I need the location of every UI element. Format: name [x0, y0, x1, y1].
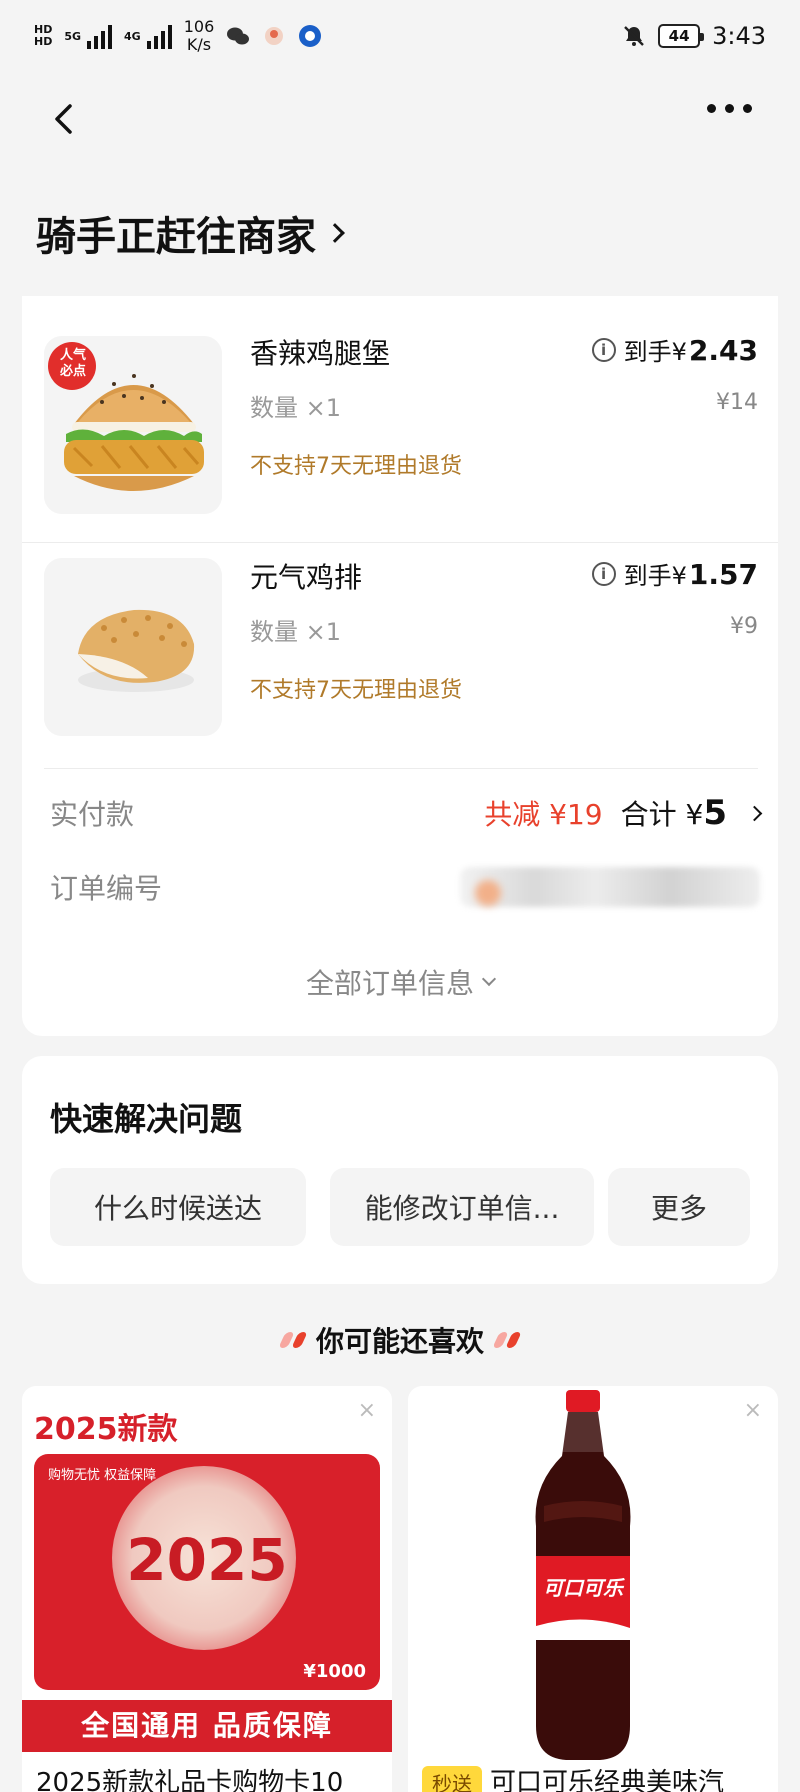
net-speed-unit: K/s: [186, 35, 212, 54]
divider: [44, 768, 758, 769]
product-title: 可口可乐经典美味汽: [490, 1768, 725, 1792]
chip-more[interactable]: 更多: [608, 1168, 750, 1246]
item-price-value: 2.43: [688, 334, 758, 367]
chip-modify-order[interactable]: 能修改订单信...: [330, 1168, 594, 1246]
paid-row[interactable]: 实付款 共减 ¥19 合计 ¥5: [50, 788, 763, 838]
order-item[interactable]: 元气鸡排 数量 ×1 不支持7天无理由退货 i 到手¥ 1.57 ¥9: [22, 520, 778, 744]
more-icon[interactable]: [707, 104, 752, 113]
giftcard-value: ¥1000: [303, 1661, 366, 1682]
item-quantity: 数量 ×1: [250, 394, 342, 422]
item-price-value: 1.57: [688, 558, 758, 591]
close-icon[interactable]: ×: [358, 1398, 376, 1423]
hd-indicator: HD HD: [34, 23, 53, 48]
info-icon[interactable]: i: [591, 561, 616, 586]
status-bar: HD HD 5G 4G 106 K/s 44 3:43: [0, 0, 800, 72]
bank-app-icon: [299, 25, 322, 47]
order-number-redacted: [460, 867, 760, 907]
item-price-label: 到手¥: [623, 562, 687, 590]
top-nav: [0, 80, 800, 156]
item-price: i 到手¥ 1.57: [591, 556, 758, 591]
order-card: 人气必点 香辣鸡腿堡 数量 ×1 不支持7天无理由退货 i 到手¥ 2.43 ¥…: [22, 296, 778, 1036]
decor-left-icon: [278, 1332, 308, 1348]
order-number-label: 订单编号: [50, 872, 163, 905]
expand-order-info[interactable]: 全部订单信息: [22, 962, 778, 1002]
giftcard-band: 全国通用 品质保障: [22, 1700, 392, 1752]
signal-icon: [87, 23, 113, 49]
net-speed-value: 106: [183, 17, 215, 36]
expand-label: 全部订单信息: [305, 967, 474, 1000]
item-original-price: ¥14: [716, 390, 758, 415]
chevron-right-icon: [325, 223, 345, 243]
clock: 3:43: [712, 22, 766, 50]
quick-help-title: 快速解决问题: [50, 1100, 243, 1138]
redaction-mark: [475, 880, 501, 906]
giftcard-top-label: 2025新款: [34, 1412, 178, 1447]
item-return-policy: 不支持7天无理由退货: [250, 678, 462, 703]
burger-image: 人气必点: [44, 336, 222, 514]
order-number-row: 订单编号: [50, 862, 760, 912]
giftcard-year: 2025: [126, 1526, 288, 1594]
network-type-2: 4G: [124, 29, 141, 43]
item-name: 香辣鸡腿堡: [250, 337, 391, 370]
order-status-text: 骑手正赶往商家: [36, 214, 316, 260]
product-title: 2025新款礼品卡购物卡10: [36, 1768, 344, 1792]
item-quantity: 数量 ×1: [250, 618, 342, 646]
net-speed: 106 K/s: [184, 18, 215, 54]
order-item[interactable]: 人气必点 香辣鸡腿堡 数量 ×1 不支持7天无理由退货 i 到手¥ 2.43 ¥…: [22, 296, 778, 520]
discount-amount: 共减 ¥19: [484, 798, 603, 831]
network-type: 5G: [64, 29, 82, 43]
quick-help-card: 快速解决问题 什么时候送达 能修改订单信... 更多: [22, 1056, 778, 1284]
order-status-title[interactable]: 骑手正赶往商家: [36, 204, 345, 262]
giftcard-tag: 购物无忧 权益保障: [48, 1468, 157, 1483]
recommend-title: 你可能还喜欢: [315, 1325, 484, 1358]
back-icon[interactable]: [40, 94, 90, 144]
instant-delivery-badge: 秒送: [422, 1766, 482, 1792]
chip-delivery-time[interactable]: 什么时候送达: [50, 1168, 306, 1246]
paid-label: 实付款: [50, 798, 135, 831]
mute-bell-icon: [624, 26, 644, 46]
item-original-price: ¥9: [730, 614, 758, 639]
item-price: i 到手¥ 2.43: [591, 332, 758, 367]
item-return-policy: 不支持7天无理由退货: [250, 454, 462, 479]
chevron-down-icon: [481, 971, 497, 987]
signal-icon-2: [146, 23, 172, 49]
item-price-label: 到手¥: [623, 338, 687, 366]
popular-badge: 人气必点: [59, 348, 86, 379]
chicken-cutlet-image: [44, 558, 222, 736]
battery-icon: 44: [658, 24, 705, 48]
decor-right-icon: [492, 1332, 522, 1348]
total-amount: 5: [703, 793, 727, 833]
cola-logo: 可口可乐: [543, 1576, 623, 1600]
app-notification-icon: [265, 27, 284, 45]
info-icon[interactable]: i: [591, 337, 616, 362]
product-card-cola[interactable]: × 可口可乐 秒送 可口可乐经典美味汽: [408, 1386, 778, 1792]
product-card-giftcard[interactable]: × 2025新款 购物无忧 权益保障 2025 ¥1000 全国通用 品质保障 …: [22, 1386, 392, 1792]
item-name: 元气鸡排: [250, 561, 363, 594]
recommend-heading: 你可能还喜欢: [0, 1320, 800, 1360]
chevron-right-icon: [746, 805, 763, 821]
wechat-icon: [227, 27, 250, 45]
total-label: 合计 ¥: [620, 798, 704, 831]
giftcard-image: 购物无忧 权益保障 2025 ¥1000: [34, 1454, 380, 1690]
